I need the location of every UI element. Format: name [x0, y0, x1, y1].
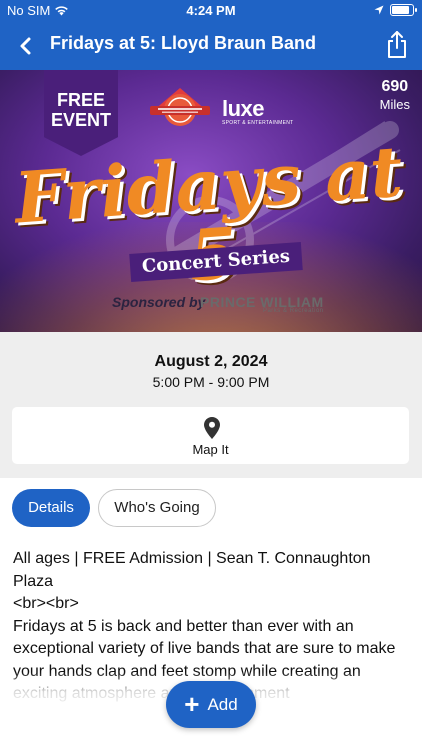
banner-headline: Fridays at 5	[11, 129, 406, 298]
distance-value: 690	[381, 78, 409, 95]
battery-icon	[390, 4, 417, 16]
add-button[interactable]: + Add	[166, 681, 256, 728]
back-chevron-icon[interactable]	[12, 32, 40, 60]
badge-line-2: EVENT	[50, 110, 111, 130]
description-line-1: All ages | FREE Admission | Sean T. Conn…	[13, 550, 371, 590]
clock: 4:24 PM	[186, 3, 236, 18]
status-bar: No SIM 4:24 PM	[0, 0, 422, 22]
location-arrow-icon	[374, 5, 384, 15]
luxe-logo: luxe SPORT & ENTERTAINMENT	[222, 96, 294, 126]
tab-whos-going[interactable]: Who's Going	[98, 489, 216, 527]
event-time: 5:00 PM - 9:00 PM	[152, 374, 270, 390]
description-line-2: <br><br>	[13, 595, 79, 612]
map-it-button[interactable]: Map It	[12, 407, 409, 464]
distance-unit: Miles	[379, 97, 410, 112]
free-event-badge: FREE EVENT	[44, 70, 118, 156]
map-it-label: Map It	[192, 442, 229, 457]
map-pin-icon	[204, 417, 220, 439]
tab-details[interactable]: Details	[12, 489, 90, 527]
share-icon[interactable]	[384, 30, 410, 60]
plus-icon: +	[184, 688, 200, 719]
sponsor-seal-logo	[150, 88, 210, 126]
sponsor-name: PRINCE WILLIAM Parks & Recreation	[200, 294, 324, 314]
status-right	[374, 4, 417, 16]
page-title: Fridays at 5: Lloyd Braun Band	[50, 33, 317, 53]
sponsor-label: Sponsored by	[112, 294, 206, 310]
nav-bar: Fridays at 5: Lloyd Braun Band	[0, 22, 422, 70]
luxe-logo-subtext: SPORT & ENTERTAINMENT	[222, 120, 294, 126]
event-info-section: August 2, 2024 5:00 PM - 9:00 PM Map It	[0, 332, 422, 478]
add-button-label: Add	[207, 694, 238, 714]
event-date: August 2, 2024	[154, 353, 268, 370]
distance-indicator: 690 Miles	[380, 78, 410, 114]
luxe-logo-text: luxe	[222, 96, 265, 121]
badge-line-1: FREE	[56, 90, 105, 110]
